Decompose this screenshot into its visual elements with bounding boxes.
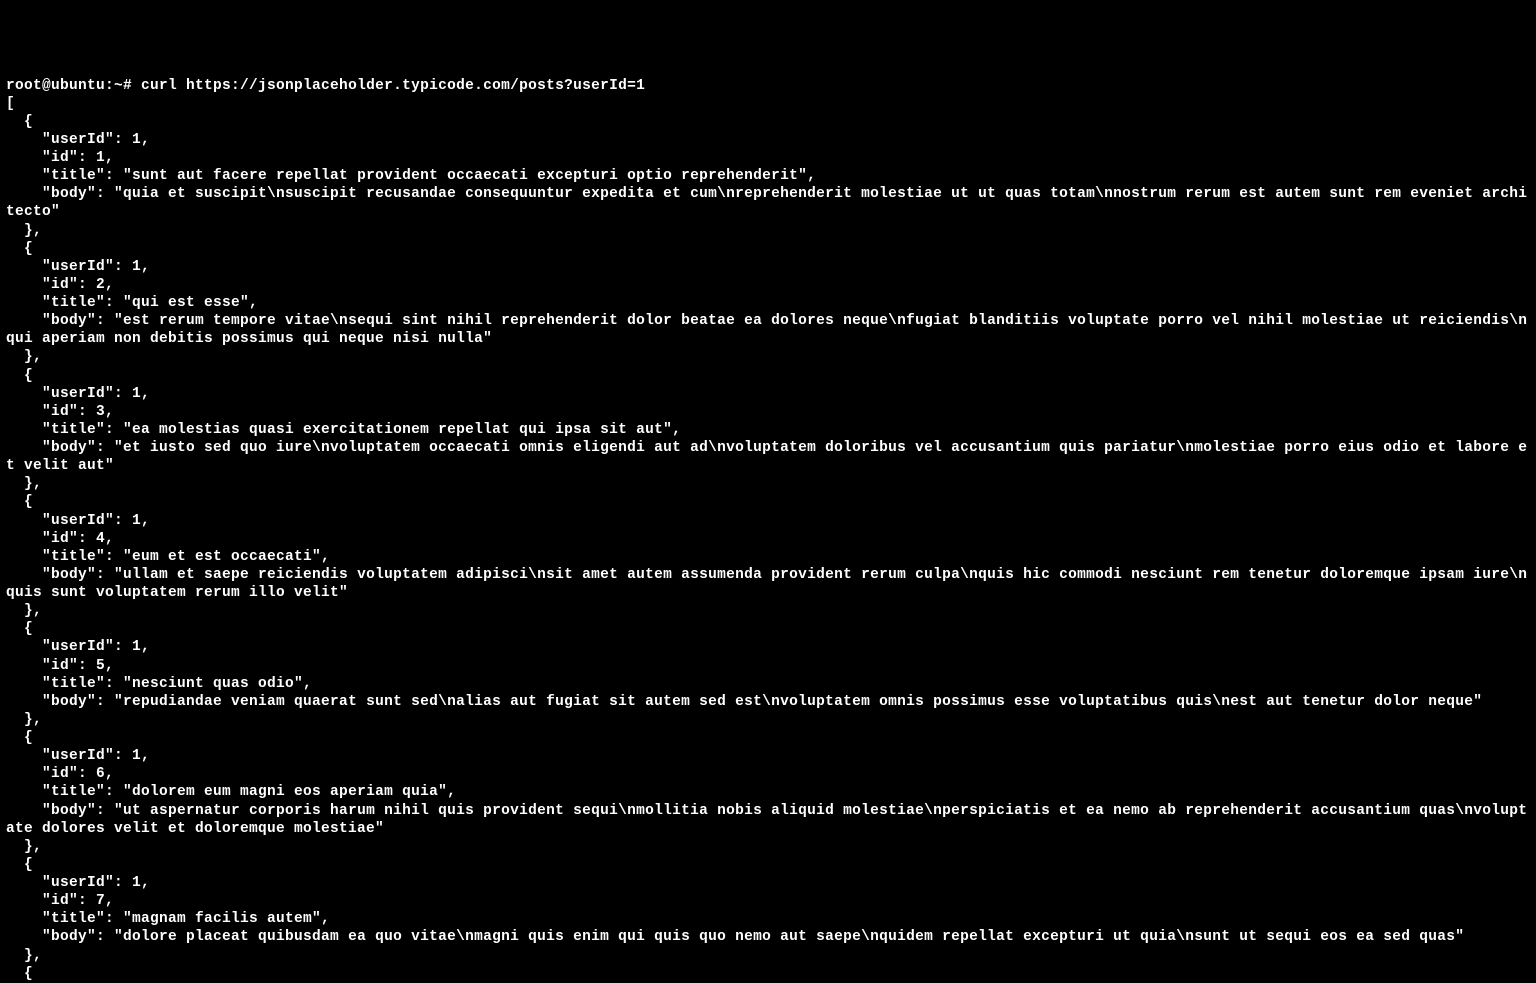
json-output: { "userId": 1, "id": 1, "title": "sunt a… xyxy=(6,114,1527,964)
command-text: curl https://jsonplaceholder.typicode.co… xyxy=(141,78,645,94)
terminal-window[interactable]: root@ubuntu:~# curl https://jsonplacehol… xyxy=(6,77,1530,893)
trailing-open-brace: { xyxy=(6,966,33,982)
json-open-bracket: [ xyxy=(6,96,15,112)
shell-prompt: root@ubuntu:~# xyxy=(6,78,141,94)
